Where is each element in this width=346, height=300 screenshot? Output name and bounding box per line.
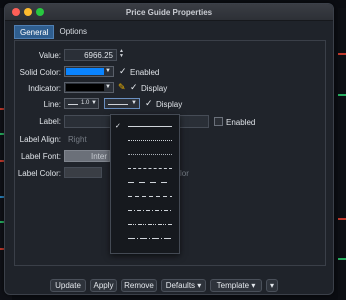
line-style-option-solid[interactable]: ✓ — [114, 121, 176, 133]
label-align-select[interactable]: Right — [68, 135, 87, 144]
line-style-option-dash-dot[interactable] — [114, 205, 176, 217]
label-enabled-label: Enabled — [226, 118, 256, 127]
solid-color-label: Solid Color: — [19, 68, 61, 77]
tab-options[interactable]: Options — [54, 25, 92, 39]
checkmark-icon: ✓ — [115, 123, 121, 130]
label-align-label: Label Align: — [19, 135, 61, 144]
stepper-down-icon[interactable]: ▼ — [118, 54, 125, 59]
line-style-option-dashed[interactable] — [114, 191, 176, 203]
label-label: Label: — [39, 117, 61, 126]
label-color-extra: lor — [180, 169, 189, 178]
line-width-picker[interactable]: 1.0 ▼ — [64, 98, 99, 109]
solid-color-picker[interactable]: ▼ — [64, 66, 114, 77]
value-label: Value: — [38, 51, 61, 60]
line-style-picker[interactable]: ▼ — [104, 98, 140, 109]
line-width-value: 1.0 — [81, 100, 90, 106]
solid-enabled-checkbox[interactable]: ✓ — [119, 67, 128, 76]
line-display-checkbox[interactable]: ✓ — [145, 99, 154, 108]
line-style-option-long-dash[interactable] — [114, 233, 176, 245]
value-stepper[interactable]: ▲ ▼ — [118, 49, 125, 60]
label-font-value: Inter — [90, 152, 107, 161]
chevron-down-icon: ▼ — [91, 100, 97, 106]
chevron-down-icon: ▼ — [105, 68, 111, 74]
indicator-display-checkbox[interactable]: ✓ — [130, 83, 139, 92]
label-color-picker[interactable] — [64, 167, 102, 178]
solid-enabled-label: Enabled — [130, 68, 160, 77]
title-bar: Price Guide Properties — [5, 4, 333, 21]
tab-bar: General Options — [14, 25, 92, 39]
value-input[interactable]: 6966.25 — [64, 49, 117, 61]
indicator-label: Indicator: — [28, 84, 61, 93]
chevron-down-icon: ▼ — [105, 84, 111, 90]
right-chart-strip — [338, 8, 346, 300]
label-enabled-checkbox[interactable] — [214, 117, 223, 126]
label-font-label: Label Font: — [20, 152, 61, 161]
line-style-option-dash-dot-dot[interactable] — [114, 219, 176, 231]
update-button[interactable]: Update — [50, 279, 86, 292]
line-style-option-dotted[interactable] — [114, 149, 176, 161]
defaults-button[interactable]: Defaults ▾ — [161, 279, 206, 292]
chevron-down-icon: ▼ — [131, 100, 137, 106]
line-width-sample — [68, 104, 78, 105]
more-button[interactable]: ▾ — [266, 279, 278, 292]
indicator-color-picker[interactable]: ▼ — [64, 82, 114, 93]
line-label: Line: — [43, 100, 61, 109]
line-style-sample — [108, 104, 128, 105]
remove-button[interactable]: Remove — [121, 279, 157, 292]
template-button[interactable]: Template ▾ — [210, 279, 262, 292]
indicator-color-swatch — [66, 84, 104, 91]
label-color-label: Label Color: — [17, 169, 61, 178]
line-style-option-dotted-fine[interactable] — [114, 135, 176, 147]
indicator-display-label: Display — [141, 84, 168, 93]
line-style-dropdown: ✓ — [110, 114, 180, 254]
line-display-label: Display — [156, 100, 183, 109]
apply-button[interactable]: Apply — [90, 279, 117, 292]
line-style-option-dashed-fine[interactable] — [114, 163, 176, 175]
label-font-button[interactable]: Inter — [64, 150, 110, 162]
solid-color-swatch — [66, 68, 104, 75]
value-text: 6966.25 — [84, 51, 113, 60]
window-title: Price Guide Properties — [125, 8, 213, 17]
tab-general[interactable]: General — [14, 25, 55, 39]
pencil-icon[interactable]: ✎ — [118, 82, 126, 93]
line-style-option-dash-gap[interactable] — [114, 177, 176, 189]
properties-dialog: Price Guide Properties General Options V… — [4, 3, 334, 295]
